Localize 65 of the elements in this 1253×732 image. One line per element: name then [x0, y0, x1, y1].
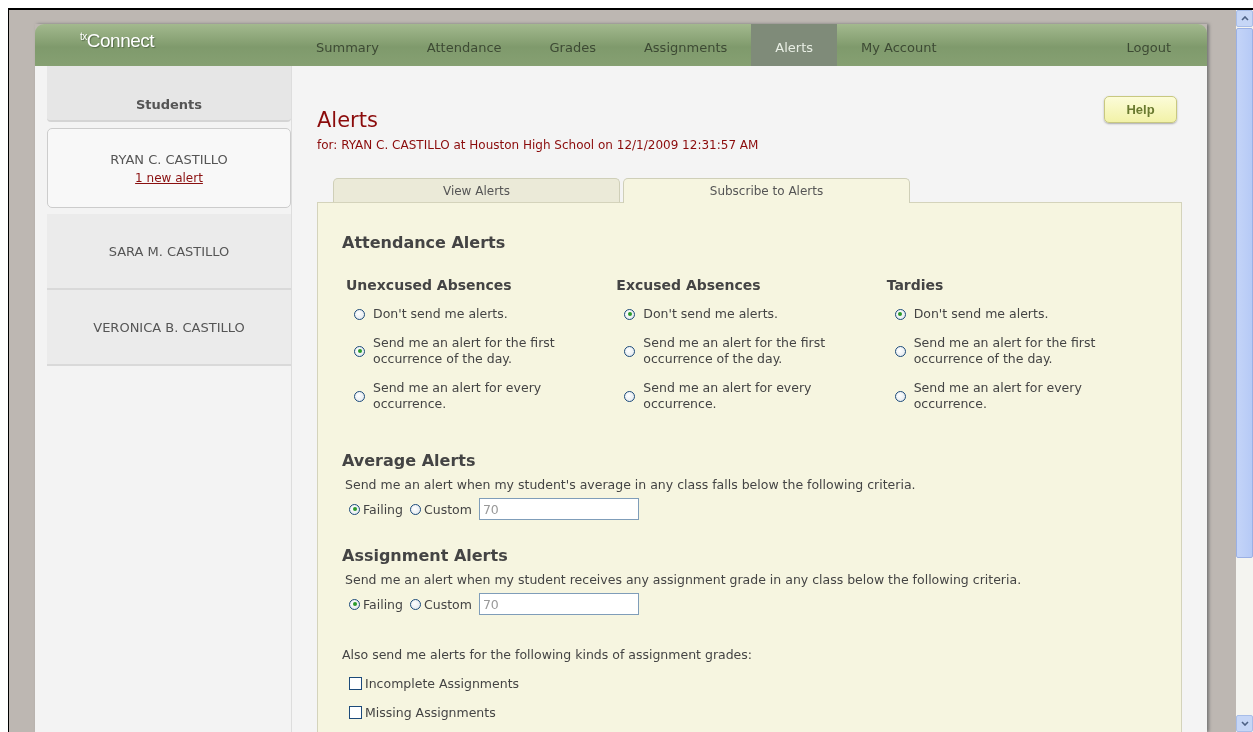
logout-link[interactable]: Logout — [1102, 24, 1207, 66]
checkbox-label: Incomplete Assignments — [365, 676, 520, 691]
nav-tab[interactable]: Alerts — [751, 24, 837, 66]
app-logo: $^{tx}$Connect — [79, 29, 156, 53]
radio-button[interactable] — [354, 345, 365, 357]
radio-button[interactable] — [894, 345, 906, 357]
option-label: Send me an alert for the first occurrence of the day. — [913, 335, 1097, 367]
radio-button[interactable] — [624, 390, 636, 402]
option-label: Failing — [363, 501, 403, 517]
radio-button[interactable] — [410, 503, 421, 515]
section-description: Send me an alert when my student receives any assignment grade in any class below the following criteria. — [345, 572, 1023, 587]
student-item[interactable]: RYAN C. CASTILLO 1 new alert — [47, 128, 291, 208]
student-name: SARA M. CASTILLO — [108, 243, 230, 259]
nav-tab[interactable]: Attendance — [402, 24, 526, 66]
radio-button[interactable] — [624, 308, 636, 320]
option-label: Custom — [424, 501, 472, 517]
section-heading: Attendance Alerts — [342, 233, 507, 252]
nav-tab[interactable]: My Account — [837, 24, 961, 66]
section-heading: Average Alerts — [342, 451, 477, 470]
radio-button[interactable] — [410, 598, 421, 610]
option-label: Failing — [363, 596, 403, 612]
students-heading: Students — [47, 66, 291, 122]
scroll-down-button[interactable] — [1236, 715, 1253, 732]
checkbox-label: Missing Assignments — [365, 705, 496, 720]
checkbox-intro: Also send me alerts for the following kinds of assignment grades: — [342, 647, 754, 662]
group-heading: Tardies — [886, 277, 945, 293]
radio-button[interactable] — [354, 308, 365, 320]
student-name: VERONICA B. CASTILLO — [93, 319, 245, 335]
checkbox[interactable] — [349, 677, 362, 690]
group-heading: Unexcused Absences — [346, 277, 513, 293]
caret-down-icon — [1240, 721, 1249, 726]
student-item[interactable]: VERONICA B. CASTILLO — [47, 290, 291, 366]
radio-button[interactable] — [894, 390, 906, 402]
group-heading: Excused Absences — [616, 277, 762, 293]
nav-tab[interactable]: Assignments — [619, 24, 752, 66]
option-label: Don't send me alerts. — [373, 306, 509, 322]
radio-button[interactable] — [349, 598, 360, 610]
scrollbar-thumb[interactable] — [1236, 28, 1253, 558]
radio-button[interactable] — [349, 503, 360, 515]
tab[interactable]: Subscribe to Alerts — [623, 178, 910, 203]
help-button[interactable]: Help — [1104, 96, 1177, 123]
section-description: Send me an alert when my student's average in any class falls below the following criteria. — [345, 477, 917, 492]
checkbox[interactable] — [349, 706, 362, 719]
student-name: RYAN C. CASTILLO — [110, 151, 228, 167]
option-label: Don't send me alerts. — [913, 306, 1050, 322]
nav-tab[interactable]: Summary — [292, 24, 403, 66]
option-label: Send me an alert for the first occurrence of the day. — [373, 335, 556, 367]
scroll-up-button[interactable] — [1236, 10, 1253, 27]
student-item[interactable]: SARA M. CASTILLO — [47, 214, 291, 290]
nav-tab[interactable]: Grades — [525, 24, 620, 66]
option-label: Send me an alert for the first occurrence of the day. — [643, 335, 827, 367]
radio-button[interactable] — [894, 308, 906, 320]
section-heading: Assignment Alerts — [342, 546, 509, 565]
page-title: Alerts — [317, 108, 378, 132]
page-subtitle: for: RYAN C. CASTILLO at Houston High School on 12/1/2009 12:31:57 AM — [317, 138, 760, 152]
option-label: Custom — [424, 596, 472, 612]
tab[interactable]: View Alerts — [333, 178, 620, 202]
option-label: Send me an alert for every occurrence. — [913, 380, 1083, 412]
new-alert-link[interactable]: 1 new alert — [135, 170, 203, 185]
option-label: Send me an alert for every occurrence. — [373, 380, 543, 412]
option-label: Send me an alert for every occurrence. — [643, 380, 813, 412]
radio-button[interactable] — [624, 345, 636, 357]
radio-button[interactable] — [354, 390, 365, 402]
caret-up-icon — [1240, 16, 1249, 21]
option-label: Don't send me alerts. — [643, 306, 780, 322]
